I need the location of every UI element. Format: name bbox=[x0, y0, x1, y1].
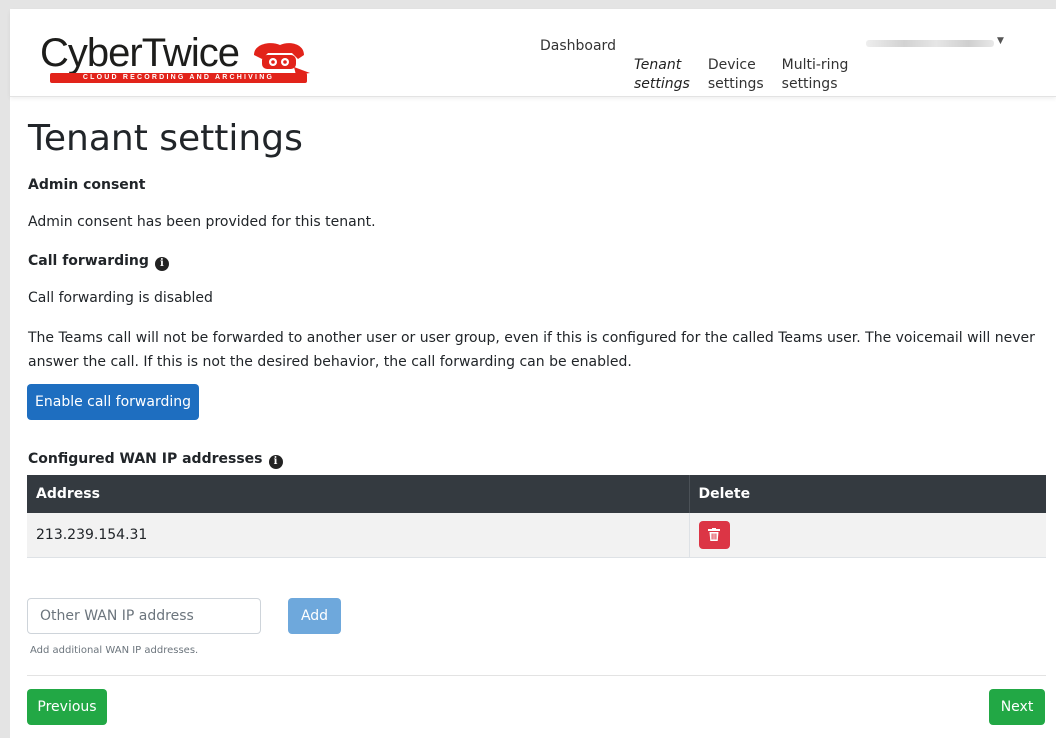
table-row: 213.239.154.31 bbox=[27, 513, 1046, 558]
cybertwice-logo[interactable]: CyberTwice CLOUD RECORDING AND ARCHIVING bbox=[40, 31, 320, 83]
nav-device-settings[interactable]: Device settings bbox=[708, 37, 764, 94]
user-menu[interactable]: ▼ bbox=[866, 36, 1004, 51]
wan-heading-label: Configured WAN IP addresses bbox=[28, 451, 263, 467]
user-name-redacted bbox=[866, 40, 994, 47]
wan-table: Address Delete 213.239.154.31 bbox=[27, 475, 1046, 558]
nav-dashboard-label: Dashboard bbox=[540, 38, 616, 54]
nav-tenant-settings-label: Tenant settings bbox=[633, 57, 690, 92]
page: CyberTwice CLOUD RECORDING AND ARCHIVING… bbox=[10, 9, 1056, 738]
logo-text: CyberTwice bbox=[40, 31, 240, 75]
nav-dashboard[interactable]: Dashboard bbox=[540, 37, 616, 94]
divider bbox=[27, 675, 1046, 676]
nav-multi-ring-settings[interactable]: Multi-ring settings bbox=[782, 37, 849, 94]
admin-consent-heading: Admin consent bbox=[28, 177, 146, 193]
add-wan-ip-button[interactable]: Add bbox=[288, 598, 341, 634]
column-header-delete: Delete bbox=[689, 475, 1046, 513]
info-circle-icon[interactable]: i bbox=[154, 257, 169, 271]
window-frame-left bbox=[0, 0, 10, 738]
nav-multi-ring-settings-label: Multi-ring settings bbox=[781, 57, 849, 92]
chevron-down-icon: ▼ bbox=[997, 36, 1004, 46]
wan-help-text: Add additional WAN IP addresses. bbox=[30, 645, 199, 656]
column-header-address: Address bbox=[27, 475, 690, 513]
call-forwarding-heading: Call forwarding i bbox=[28, 252, 169, 271]
logo-tagline: CLOUD RECORDING AND ARCHIVING bbox=[50, 73, 307, 83]
wan-table-header: Address Delete bbox=[27, 475, 1046, 513]
logo-phone-icon bbox=[254, 43, 310, 75]
trash-icon bbox=[708, 528, 720, 542]
nav-tenant-settings[interactable]: Tenant settings bbox=[634, 37, 690, 94]
info-circle-icon[interactable]: i bbox=[268, 455, 283, 469]
enable-call-forwarding-button[interactable]: Enable call forwarding bbox=[27, 384, 199, 420]
wan-heading: Configured WAN IP addresses i bbox=[28, 450, 283, 469]
previous-button[interactable]: Previous bbox=[27, 689, 107, 725]
wan-address-cell: 213.239.154.31 bbox=[27, 513, 690, 558]
wan-ip-input[interactable] bbox=[27, 598, 261, 634]
call-forwarding-status: Call forwarding is disabled bbox=[28, 290, 213, 306]
page-title: Tenant settings bbox=[28, 118, 303, 159]
window-frame-top bbox=[0, 0, 1056, 9]
call-forwarding-heading-label: Call forwarding bbox=[28, 253, 149, 269]
nav-links: Dashboard Tenant settings Device setting… bbox=[540, 37, 866, 94]
navbar: CyberTwice CLOUD RECORDING AND ARCHIVING… bbox=[10, 9, 1056, 97]
wan-delete-cell bbox=[689, 513, 1046, 558]
next-button[interactable]: Next bbox=[989, 689, 1045, 725]
admin-consent-text: Admin consent has been provided for this… bbox=[28, 214, 376, 230]
call-forwarding-description: The Teams call will not be forwarded to … bbox=[28, 330, 1035, 370]
nav-device-settings-label: Device settings bbox=[707, 57, 764, 92]
delete-row-button[interactable] bbox=[698, 520, 730, 549]
